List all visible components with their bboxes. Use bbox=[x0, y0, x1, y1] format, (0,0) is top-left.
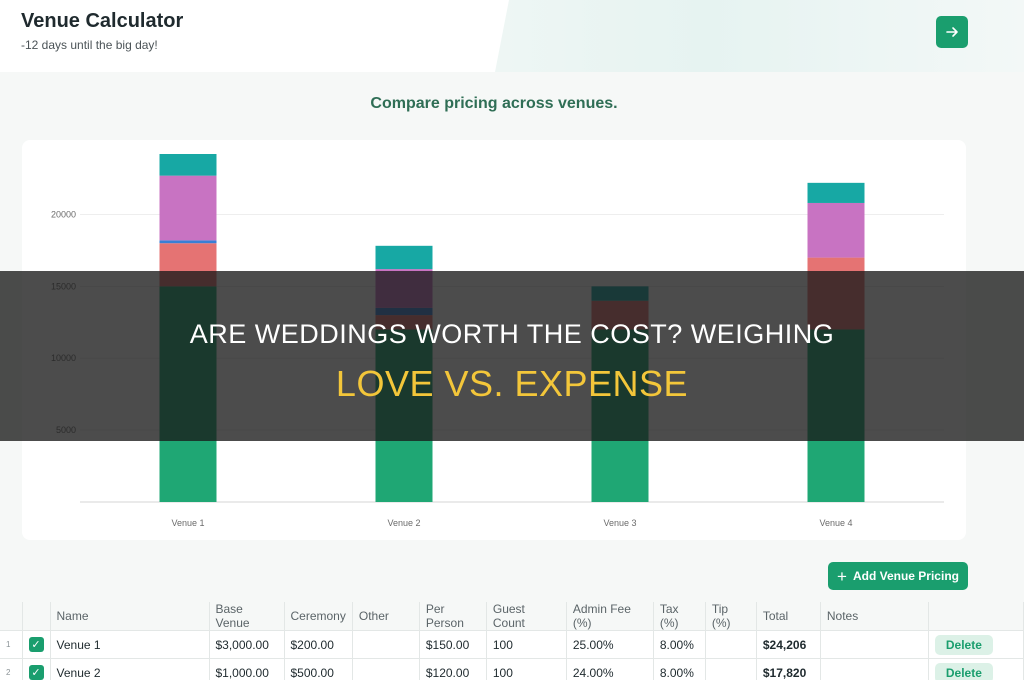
other-cell[interactable] bbox=[352, 658, 420, 680]
column-header-tip[interactable]: Tip (%) bbox=[705, 602, 757, 631]
select-cell: ✓ bbox=[22, 658, 51, 680]
other-cell[interactable] bbox=[352, 630, 420, 659]
ceremony-cell[interactable]: $200.00 bbox=[284, 630, 353, 659]
column-header-guest-count[interactable]: Guest Count bbox=[486, 602, 567, 631]
base-venue-cell[interactable]: $1,000.00 bbox=[209, 658, 285, 680]
add-venue-pricing-button[interactable]: + Add Venue Pricing bbox=[828, 562, 968, 590]
bar-segment-2-5[interactable] bbox=[375, 245, 433, 270]
column-header-other[interactable]: Other bbox=[352, 602, 420, 631]
actions-cell: Delete bbox=[928, 658, 1024, 680]
bar-segment-4-5[interactable] bbox=[807, 182, 865, 203]
arrow-right-icon bbox=[946, 27, 958, 37]
base-venue-cell[interactable]: $3,000.00 bbox=[209, 630, 285, 659]
bar-segment-1-3[interactable] bbox=[159, 240, 217, 244]
tip-cell[interactable] bbox=[705, 658, 757, 680]
admin-fee-cell[interactable]: 25.00% bbox=[566, 630, 654, 659]
actions-header bbox=[928, 602, 1024, 631]
x-tick-label: Venue 2 bbox=[387, 518, 420, 528]
y-tick-label: 20000 bbox=[51, 209, 76, 219]
app-header: Venue Calculator -12 days until the big … bbox=[0, 0, 1024, 72]
app-title: Venue Calculator bbox=[21, 10, 184, 32]
tax-cell[interactable]: 8.00% bbox=[653, 630, 706, 659]
bar-segment-1-4[interactable] bbox=[159, 175, 217, 241]
per-person-cell[interactable]: $120.00 bbox=[419, 658, 487, 680]
row-number-header bbox=[0, 602, 23, 631]
countdown-subtitle: -12 days until the big day! bbox=[21, 38, 158, 52]
row-number: 1 bbox=[0, 630, 23, 659]
article-title-banner bbox=[0, 271, 1024, 441]
bar-segment-4-4[interactable] bbox=[807, 202, 865, 258]
table-header-row: Name Base Venue Ceremony Other Per Perso… bbox=[0, 602, 1024, 631]
column-header-name[interactable]: Name bbox=[50, 602, 210, 631]
tip-cell[interactable] bbox=[705, 630, 757, 659]
table-row: 2 ✓ Venue 2 $1,000.00 $500.00 $120.00 10… bbox=[0, 658, 1024, 680]
x-tick-label: Venue 4 bbox=[819, 518, 852, 528]
column-header-base-venue[interactable]: Base Venue bbox=[209, 602, 285, 631]
select-cell: ✓ bbox=[22, 630, 51, 659]
admin-fee-cell[interactable]: 24.00% bbox=[566, 658, 654, 680]
add-venue-pricing-label: Add Venue Pricing bbox=[852, 569, 959, 583]
ceremony-cell[interactable]: $500.00 bbox=[284, 658, 353, 680]
bar-segment-1-5[interactable] bbox=[159, 154, 217, 176]
name-cell[interactable]: Venue 2 bbox=[50, 658, 210, 680]
name-cell[interactable]: Venue 1 bbox=[50, 630, 210, 659]
x-tick-label: Venue 1 bbox=[171, 518, 204, 528]
total-cell: $24,206 bbox=[756, 630, 821, 659]
guest-count-cell[interactable]: 100 bbox=[486, 658, 567, 680]
tax-cell[interactable]: 8.00% bbox=[653, 658, 706, 680]
checkbox-checked-icon[interactable]: ✓ bbox=[28, 637, 44, 652]
actions-cell: Delete bbox=[928, 630, 1024, 659]
plus-icon: + bbox=[837, 566, 847, 586]
column-header-notes[interactable]: Notes bbox=[820, 602, 929, 631]
checkbox-checked-icon[interactable]: ✓ bbox=[28, 665, 44, 680]
column-header-per-person[interactable]: Per Person bbox=[419, 602, 487, 631]
banner-title-line-1: ARE WEDDINGS WORTH THE COST? WEIGHING bbox=[189, 319, 835, 349]
total-cell: $17,820 bbox=[756, 658, 821, 680]
table-row: 1 ✓ Venue 1 $3,000.00 $200.00 $150.00 10… bbox=[0, 630, 1024, 659]
per-person-cell[interactable]: $150.00 bbox=[419, 630, 487, 659]
column-header-ceremony[interactable]: Ceremony bbox=[284, 602, 353, 631]
venue-pricing-table: Name Base Venue Ceremony Other Per Perso… bbox=[0, 602, 1024, 680]
column-header-tax[interactable]: Tax (%) bbox=[653, 602, 706, 631]
banner-title-line-2: LOVE VS. EXPENSE bbox=[335, 363, 689, 404]
select-header bbox=[22, 602, 51, 631]
next-button[interactable] bbox=[936, 16, 968, 48]
column-header-total[interactable]: Total bbox=[756, 602, 821, 631]
column-header-admin-fee[interactable]: Admin Fee (%) bbox=[566, 602, 654, 631]
x-tick-label: Venue 3 bbox=[603, 518, 636, 528]
row-number: 2 bbox=[0, 658, 23, 680]
guest-count-cell[interactable]: 100 bbox=[486, 630, 567, 659]
delete-button[interactable]: Delete bbox=[934, 662, 993, 680]
delete-button[interactable]: Delete bbox=[934, 634, 993, 655]
notes-cell[interactable] bbox=[820, 658, 929, 680]
notes-cell[interactable] bbox=[820, 630, 929, 659]
chart-heading: Compare pricing across venues. bbox=[370, 95, 618, 112]
